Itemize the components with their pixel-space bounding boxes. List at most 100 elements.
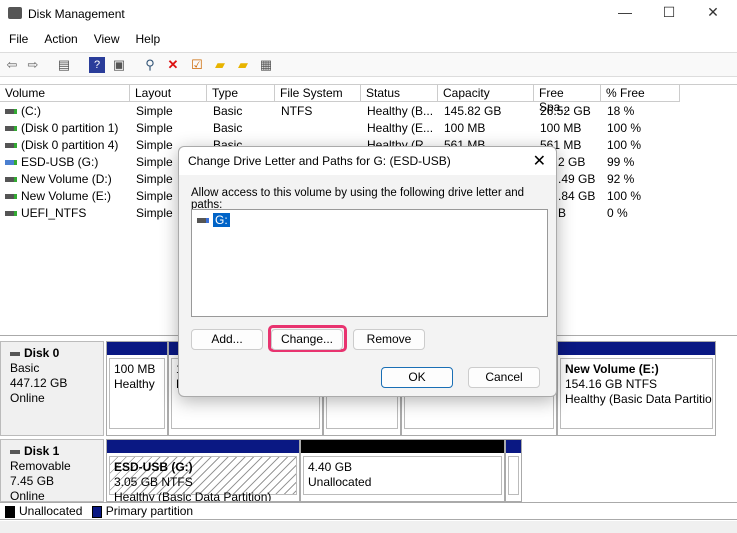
volume-icon bbox=[5, 160, 17, 166]
volume-name[interactable]: New Volume (E:) bbox=[5, 189, 129, 206]
menu-bar: File Action View Help bbox=[0, 30, 737, 50]
column-header[interactable]: File System bbox=[275, 85, 361, 102]
dialog-title: Change Drive Letter and Paths for G: (ES… bbox=[188, 154, 451, 168]
maximize-button[interactable]: ☐ bbox=[654, 4, 684, 24]
cell-text: Simple bbox=[136, 138, 173, 152]
add-button[interactable]: Add... bbox=[191, 329, 263, 350]
connect-icon[interactable]: ⚲ bbox=[142, 57, 158, 73]
volume-name[interactable]: (Disk 0 partition 4) bbox=[5, 138, 129, 155]
volume-name[interactable]: New Volume (D:) bbox=[5, 172, 129, 189]
table-cell[interactable]: 145.82 GB bbox=[444, 104, 534, 121]
cell-text: .49 GB bbox=[558, 172, 596, 186]
search-folder-icon[interactable]: ▰ bbox=[235, 57, 251, 73]
volume-name[interactable]: (C:) bbox=[5, 104, 129, 121]
partition-body: 4.40 GB Unallocated bbox=[303, 456, 502, 495]
disk-size: 7.45 GB bbox=[10, 474, 55, 488]
disk-label[interactable]: Disk 1 Removable 7.45 GB Online bbox=[0, 439, 104, 503]
close-button[interactable]: ✕ bbox=[698, 4, 728, 24]
legend: Unallocated Primary partition bbox=[0, 502, 737, 520]
volume-name[interactable]: (Disk 0 partition 1) bbox=[5, 121, 129, 138]
console-icon[interactable]: ▣ bbox=[111, 57, 127, 73]
minimize-button[interactable]: — bbox=[610, 4, 640, 24]
cell-text: B bbox=[558, 206, 567, 220]
table-cell[interactable]: 26.52 GB bbox=[540, 104, 601, 121]
back-icon[interactable]: ⇦ bbox=[4, 57, 20, 73]
dialog-close-button[interactable]: ✕ bbox=[533, 151, 546, 171]
table-cell[interactable] bbox=[281, 121, 361, 138]
menu-action[interactable]: Action bbox=[35, 30, 84, 46]
table-cell[interactable]: 18 % bbox=[607, 104, 680, 121]
primary-swatch bbox=[91, 505, 102, 518]
cancel-button[interactable]: Cancel bbox=[468, 367, 540, 388]
window-title: Disk Management bbox=[28, 7, 125, 21]
column-header[interactable]: Layout bbox=[130, 85, 207, 102]
forward-icon[interactable]: ⇨ bbox=[25, 57, 41, 73]
partition-size: 3.05 GB NTFS bbox=[114, 475, 193, 489]
disk-size: 447.12 GB bbox=[10, 376, 68, 390]
partition[interactable]: ESD-USB (G:) 3.05 GB NTFS Healthy (Basic D… bbox=[106, 439, 300, 502]
cell-text: (Disk 0 partition 1) bbox=[21, 121, 119, 135]
properties-icon[interactable]: ▤ bbox=[56, 57, 72, 73]
disk-label[interactable]: Disk 0 Basic 447.12 GB Online bbox=[0, 341, 104, 436]
table-cell[interactable]: 100 % bbox=[607, 138, 680, 155]
partition-bar bbox=[506, 440, 521, 453]
cell-text: Simple bbox=[136, 104, 173, 118]
column-header[interactable]: Volume bbox=[0, 85, 130, 102]
table-cell[interactable]: Basic bbox=[213, 121, 275, 138]
column-header[interactable]: Capacity bbox=[438, 85, 534, 102]
table-cell[interactable]: 100 % bbox=[607, 189, 680, 206]
column-header[interactable]: Status bbox=[361, 85, 438, 102]
partition-bar bbox=[558, 342, 715, 355]
volume-name[interactable]: ESD-USB (G:) bbox=[5, 155, 129, 172]
table-cell[interactable]: 0 % bbox=[607, 206, 680, 223]
cell-text: 145.82 GB bbox=[444, 104, 502, 118]
volume-icon bbox=[5, 143, 17, 149]
help-icon[interactable]: ? bbox=[89, 57, 105, 73]
folder-up-icon[interactable]: ▰ bbox=[212, 57, 228, 73]
disk-state: Online bbox=[10, 391, 45, 405]
table-cell[interactable]: Healthy (B... bbox=[367, 104, 438, 121]
remove-button[interactable]: Remove bbox=[353, 329, 425, 350]
partition-bar bbox=[301, 440, 504, 453]
drive-entry[interactable]: G: bbox=[197, 213, 230, 227]
partition[interactable]: New Volume (E:) 154.16 GB NTFS Healthy (Ba… bbox=[557, 341, 716, 436]
table-cell[interactable]: 100 % bbox=[607, 121, 680, 138]
partition[interactable] bbox=[505, 439, 522, 502]
menu-help[interactable]: Help bbox=[127, 30, 168, 46]
partition-bar bbox=[107, 342, 167, 355]
menu-file[interactable]: File bbox=[0, 30, 35, 46]
table-cell[interactable]: 100 MB bbox=[540, 121, 601, 138]
ok-button[interactable]: OK bbox=[381, 367, 453, 388]
delete-icon[interactable]: ✕ bbox=[165, 57, 181, 73]
table-cell[interactable]: Healthy (E... bbox=[367, 121, 438, 138]
cell-text: NTFS bbox=[281, 104, 313, 118]
column-header[interactable]: % Free bbox=[601, 85, 680, 102]
column-header[interactable]: Free Spa... bbox=[534, 85, 601, 114]
cell-text: UEFI_NTFS bbox=[21, 206, 87, 220]
menu-view[interactable]: View bbox=[85, 30, 127, 46]
list-icon[interactable]: ▦ bbox=[258, 57, 274, 73]
cell-text: 26.52 GB bbox=[540, 104, 591, 118]
table-cell[interactable]: Simple bbox=[136, 104, 207, 121]
table-cell[interactable]: 100 MB bbox=[444, 121, 534, 138]
cell-text: Simple bbox=[136, 189, 173, 203]
partition[interactable]: 100 MB Healthy bbox=[106, 341, 168, 436]
cell-text: 2 GB bbox=[558, 155, 586, 169]
check-icon[interactable]: ☑ bbox=[189, 57, 205, 73]
title-bar: Disk Management — ☐ ✕ bbox=[0, 0, 737, 28]
drive-icon bbox=[197, 218, 209, 224]
table-cell[interactable]: 99 % bbox=[607, 155, 680, 172]
volume-name[interactable]: UEFI_NTFS bbox=[5, 206, 129, 223]
change-button[interactable]: Change... bbox=[271, 329, 343, 350]
drive-paths-listbox[interactable]: G: bbox=[191, 209, 548, 317]
table-cell[interactable]: Basic bbox=[213, 104, 275, 121]
table-cell[interactable]: 92 % bbox=[607, 172, 680, 189]
column-header[interactable]: Type bbox=[207, 85, 275, 102]
table-cell[interactable]: Simple bbox=[136, 121, 207, 138]
table-cell[interactable]: NTFS bbox=[281, 104, 361, 121]
cell-text: (Disk 0 partition 4) bbox=[21, 138, 119, 152]
change-drive-letter-dialog: Change Drive Letter and Paths for G: (ES… bbox=[178, 146, 557, 397]
cell-text: 99 % bbox=[607, 155, 635, 169]
partition[interactable]: 4.40 GB Unallocated bbox=[300, 439, 505, 502]
cell-text: 18 % bbox=[607, 104, 635, 118]
